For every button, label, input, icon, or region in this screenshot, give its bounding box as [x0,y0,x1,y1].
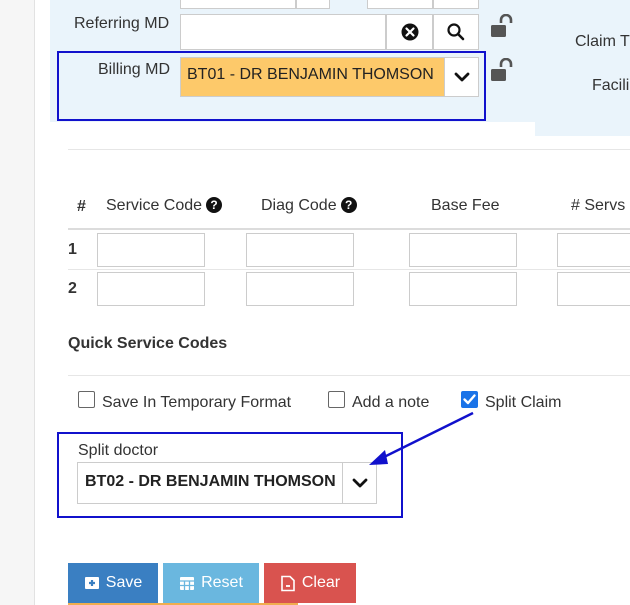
service-code-input[interactable] [97,233,205,267]
search-icon [447,23,465,41]
help-icon[interactable]: ? [206,197,223,213]
service-code-input[interactable] [97,272,205,306]
divider [68,375,630,376]
col-header-base-fee: Base Fee [431,197,500,214]
claim-info-section [535,0,630,136]
divider [68,149,630,150]
search-referring-button[interactable] [433,14,479,50]
col-header-num: # [77,198,86,215]
save-button-label: Save [105,574,143,591]
base-fee-input[interactable] [409,272,517,306]
calendar-icon [180,577,195,590]
table-header-rule [68,228,630,230]
reset-button-label: Reset [201,574,243,591]
reset-button[interactable]: Reset [163,563,259,603]
clear-document-icon [281,575,295,591]
upper-field-d[interactable] [433,0,479,9]
col-header-diag-code: Diag Code? [261,197,357,215]
annotation-arrow [369,411,474,465]
num-servs-input[interactable] [557,272,630,306]
save-temporary-checkbox[interactable] [78,391,95,408]
split-doctor-highlight [57,432,403,518]
billing-md-highlight [57,51,486,121]
facility-label: Facili [592,77,630,94]
help-icon[interactable]: ? [340,197,357,213]
base-fee-input[interactable] [409,233,517,267]
diag-code-input[interactable] [246,272,354,306]
row-number: 2 [68,280,77,297]
claim-type-label: Claim T [575,33,630,50]
upper-field-a[interactable] [180,0,296,9]
row-divider [68,269,630,270]
unlock-icon[interactable] [489,58,515,84]
save-button[interactable]: Save [68,563,158,603]
clear-button-label: Clear [301,574,341,591]
row-number: 1 [68,241,77,258]
add-note-checkbox[interactable] [328,391,345,408]
num-servs-input[interactable] [557,233,630,267]
clear-referring-button[interactable] [386,14,433,50]
referring-md-input[interactable] [180,14,386,50]
diag-code-input[interactable] [246,233,354,267]
upper-field-c[interactable] [367,0,433,9]
col-header-num-servs: # Servs [571,197,626,214]
diag-code-header-label: Diag Code [261,197,337,214]
upper-field-b[interactable] [296,0,330,9]
referring-md-label: Referring MD [74,15,170,32]
split-claim-label: Split Claim [485,394,562,411]
quick-service-codes-title: Quick Service Codes [68,335,228,352]
clear-button[interactable]: Clear [264,563,356,603]
save-icon [84,577,99,589]
service-code-header-label: Service Code [106,197,203,214]
col-header-service-code: Service Code? [106,197,223,215]
unlock-icon[interactable] [489,14,515,40]
clear-circle-icon [401,23,418,41]
save-temporary-label: Save In Temporary Format [102,394,292,411]
